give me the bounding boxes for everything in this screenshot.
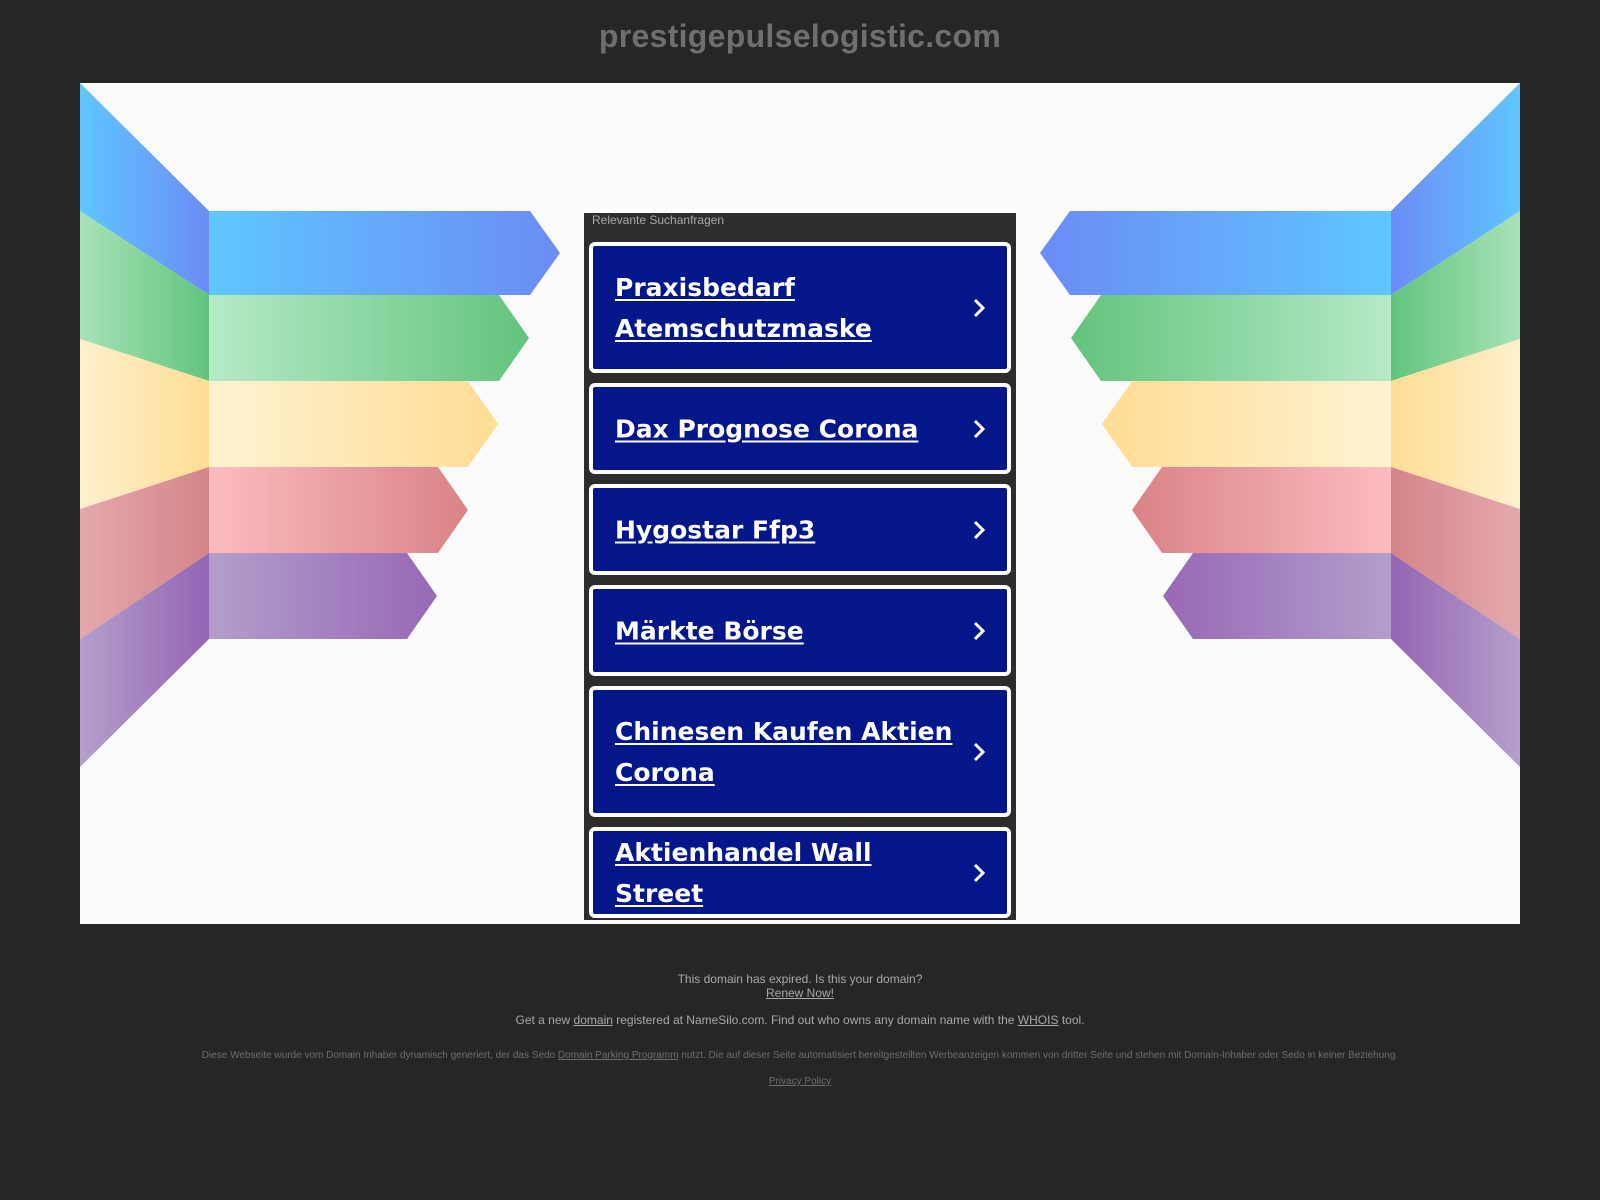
search-link-label: Aktienhandel Wall Street	[615, 837, 872, 908]
chevron-right-icon	[973, 298, 985, 317]
expired-notice: This domain has expired. Is this your do…	[0, 972, 1600, 1000]
disclaimer-prefix: Diese Webseite wurde vom Domain Inhaber …	[201, 1050, 556, 1061]
chevron-right-icon	[973, 863, 985, 882]
expired-text: This domain has expired. Is this your do…	[677, 972, 923, 986]
whois-link[interactable]: WHOIS	[1018, 1013, 1059, 1027]
privacy-policy-link[interactable]: Privacy Policy	[769, 1076, 831, 1087]
domain-title: prestigepulselogistic.com	[598, 18, 1002, 54]
search-link-label: Praxisbedarf Atemschutzmaske	[615, 272, 872, 343]
search-link-dax-prognose[interactable]: Dax Prognose Corona	[589, 383, 1011, 474]
get-new-middle: registered at NameSilo.com. Find out who…	[616, 1013, 1015, 1027]
search-link-label: Dax Prognose Corona	[615, 414, 919, 443]
namesilo-notice: Get a new domain registered at NameSilo.…	[0, 1013, 1600, 1027]
panel-heading: Relevante Suchanfragen	[592, 213, 725, 227]
search-link-label: Märkte Börse	[615, 616, 804, 645]
domain-link[interactable]: domain	[574, 1013, 613, 1027]
chevron-right-icon	[973, 520, 985, 539]
related-searches-panel: Relevante Suchanfragen Praxisbedarf Atem…	[584, 213, 1016, 920]
chevron-right-icon	[973, 742, 985, 761]
search-link-label: Hygostar Ffp3	[615, 515, 816, 544]
domain-parking-link[interactable]: Domain Parking Programm	[558, 1050, 679, 1061]
get-new-suffix: tool.	[1061, 1013, 1085, 1027]
get-new-prefix: Get a new	[515, 1013, 571, 1027]
renew-now-link[interactable]: Renew Now!	[766, 986, 834, 1000]
search-link-aktienhandel[interactable]: Aktienhandel Wall Street	[589, 827, 1011, 918]
search-link-praxisbedarf[interactable]: Praxisbedarf Atemschutzmaske	[589, 242, 1011, 373]
privacy-notice: Privacy Policy	[0, 1076, 1600, 1087]
search-link-maerkte-boerse[interactable]: Märkte Börse	[589, 585, 1011, 676]
search-link-hygostar[interactable]: Hygostar Ffp3	[589, 484, 1011, 575]
search-link-chinesen-kaufen[interactable]: Chinesen Kaufen Aktien Corona	[589, 686, 1011, 817]
disclaimer-suffix: nutzt. Die auf dieser Seite automatisier…	[681, 1050, 1399, 1061]
chevron-right-icon	[973, 621, 985, 640]
chevron-right-icon	[973, 419, 985, 438]
search-link-label: Chinesen Kaufen Aktien Corona	[615, 716, 953, 787]
sedo-disclaimer: Diese Webseite wurde vom Domain Inhaber …	[0, 1050, 1600, 1061]
